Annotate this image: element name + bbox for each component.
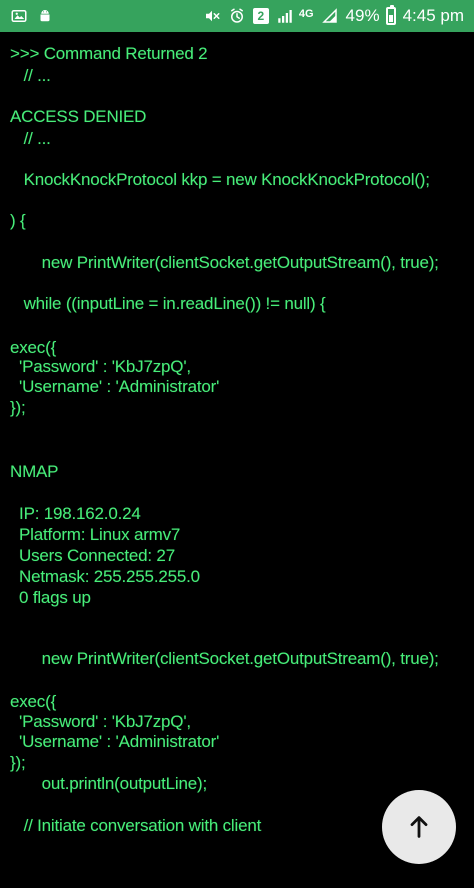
terminal-line: NMAP [10, 462, 59, 481]
badge-icon: 2 [252, 8, 269, 24]
status-bar: 2 4G 49% 4:45 pm [0, 0, 474, 32]
terminal-line: new PrintWriter(clientSocket.getOutputSt… [10, 253, 439, 272]
terminal-line: IP: 198.162.0.24 [10, 504, 141, 523]
terminal-line: out.println(outputLine); [10, 774, 208, 793]
terminal-line: 0 flags up [10, 588, 91, 607]
terminal-line: Platform: Linux armv7 [10, 525, 181, 544]
scroll-to-top-button[interactable] [382, 790, 456, 864]
terminal-line: }); [10, 398, 26, 417]
battery-percent: 49% [345, 6, 380, 25]
terminal-line: 'Username' : 'Administrator' [10, 377, 220, 396]
terminal-line: // Initiate conversation with client [10, 816, 262, 835]
terminal-line: exec({ [10, 338, 57, 357]
terminal-line: new PrintWriter(clientSocket.getOutputSt… [10, 649, 439, 668]
terminal-line: }); [10, 753, 26, 772]
terminal-line: // ... [10, 129, 51, 148]
terminal-line: 'Username' : 'Administrator' [10, 732, 220, 751]
terminal-line: >>> Command Returned 2 [10, 44, 208, 63]
android-icon [36, 7, 54, 25]
terminal-line: 'Password' : 'KbJ7zpQ', [10, 357, 191, 376]
terminal-line: exec({ [10, 692, 57, 711]
alarm-icon [228, 7, 246, 25]
terminal-line: ACCESS DENIED [10, 107, 147, 126]
terminal-line: ) { [10, 211, 26, 230]
arrow-up-icon [410, 816, 428, 838]
terminal-output: >>> Command Returned 2 // ... ACCESS DEN… [0, 32, 474, 888]
network-4g-icon: 4G [298, 7, 314, 20]
clock-time: 4:45 pm [402, 6, 464, 25]
status-bar-right: 2 4G 49% 4:45 pm [203, 5, 464, 26]
battery-fill [388, 15, 393, 22]
terminal-line: Users Connected: 27 [10, 546, 175, 565]
terminal-line: 'Password' : 'KbJ7zpQ', [10, 712, 191, 731]
terminal-line: Netmask: 255.255.255.0 [10, 567, 200, 586]
terminal-line: KnockKnockProtocol kkp = new KnockKnockP… [10, 170, 430, 189]
signal-icon-secondary [321, 7, 339, 25]
terminal-line: // ... [10, 66, 51, 85]
status-bar-left [10, 7, 54, 25]
signal-icon [276, 7, 294, 25]
gallery-icon [10, 7, 28, 25]
battery-icon [385, 5, 396, 25]
mute-icon [203, 7, 221, 25]
terminal-line: while ((inputLine = in.readLine()) != nu… [10, 294, 326, 313]
